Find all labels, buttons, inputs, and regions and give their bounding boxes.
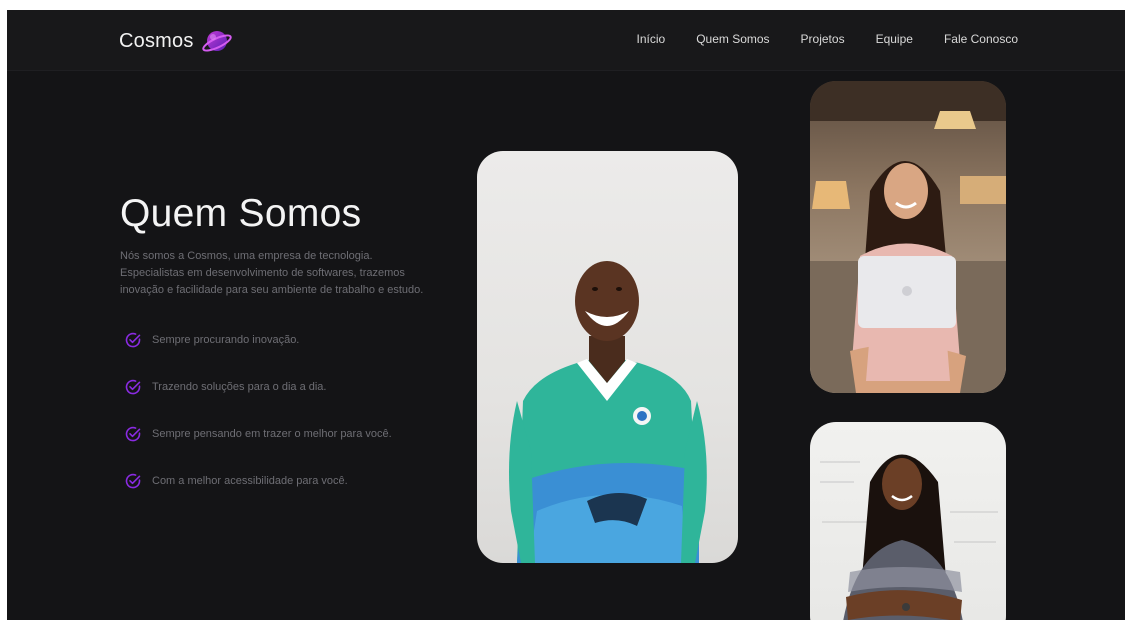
navbar: Cosmos Início Quem Somos Projetos Equipe…	[7, 10, 1125, 71]
nav-link-equipe[interactable]: Equipe	[876, 32, 913, 46]
check-circle-icon	[125, 332, 141, 348]
brand-name: Cosmos	[119, 29, 194, 52]
page: Cosmos Início Quem Somos Projetos Equipe…	[7, 10, 1125, 620]
feature-item: Trazendo soluções para o dia a dia.	[124, 377, 392, 397]
nav-link-quem-somos[interactable]: Quem Somos	[696, 32, 769, 46]
woman-laptop-photo-illustration	[810, 81, 1006, 393]
section-title: Quem Somos	[120, 192, 362, 235]
feature-text: Sempre procurando inovação.	[152, 334, 300, 346]
man-photo-illustration	[509, 261, 707, 563]
nav-link-fale-conosco[interactable]: Fale Conosco	[944, 32, 1018, 46]
woman-braids-photo-illustration	[820, 454, 998, 620]
main-nav: Início Quem Somos Projetos Equipe Fale C…	[606, 32, 1019, 46]
feature-item: Sempre procurando inovação.	[124, 330, 392, 350]
feature-text: Sempre pensando em trazer o melhor para …	[152, 428, 392, 440]
nav-link-inicio[interactable]: Início	[637, 32, 666, 46]
section-description: Nós somos a Cosmos, uma empresa de tecno…	[120, 250, 424, 296]
feature-item: Com a melhor acessibilidade para você.	[124, 471, 392, 491]
team-photo-man	[477, 151, 738, 563]
team-photo-woman-laptop	[810, 81, 1006, 393]
feature-item: Sempre pensando em trazer o melhor para …	[124, 424, 392, 444]
feature-text: Com a melhor acessibilidade para você.	[152, 475, 348, 487]
check-circle-icon	[125, 379, 141, 395]
planet-icon	[201, 31, 232, 52]
feature-list: Sempre procurando inovação. Trazendo sol…	[124, 330, 392, 518]
check-circle-icon	[125, 426, 141, 442]
check-circle-icon	[125, 473, 141, 489]
team-photo-woman-braids	[810, 422, 1006, 620]
nav-link-projetos[interactable]: Projetos	[801, 32, 845, 46]
brand-logo[interactable]: Cosmos	[119, 24, 234, 58]
feature-text: Trazendo soluções para o dia a dia.	[152, 381, 327, 393]
